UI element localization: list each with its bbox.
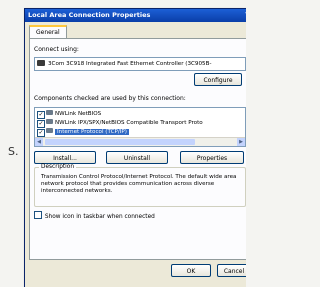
components-list[interactable]: ✓ NWLink NetBIOS ✓ NWLink IPX/SPX/NetBIOS … <box>34 107 246 147</box>
list-item-label: NWLink NetBIOS <box>55 111 102 117</box>
description-group: Description Transmission Control Protoco… <box>34 164 246 207</box>
list-item[interactable]: ✓ Internet Protocol (TCP/IP) <box>37 127 129 137</box>
title-bar[interactable]: Local Area Connection Properties ? <box>25 9 246 22</box>
general-tab-panel: Connect using: 3Com 3C918 Integrated Fas… <box>29 38 246 260</box>
show-icon-option[interactable]: Show icon in taskbar when connected <box>34 211 155 220</box>
protocol-icon <box>46 119 53 124</box>
protocol-icon <box>46 128 53 133</box>
screenshot-page: S. Local Area Connection Properties ? Ge… <box>0 0 246 287</box>
properties-button[interactable]: Properties <box>180 151 244 164</box>
list-item-label-selected: Internet Protocol (TCP/IP) <box>55 129 129 135</box>
checkbox-tcp-ip[interactable]: ✓ <box>37 129 45 137</box>
install-button[interactable]: Install... <box>34 151 96 164</box>
description-legend: Description <box>39 164 77 170</box>
scroll-right-icon[interactable]: ▶ <box>237 138 245 146</box>
configure-button[interactable]: Configure <box>194 73 242 86</box>
window-title: Local Area Connection Properties <box>28 11 151 19</box>
background-text-fragment: S. <box>8 145 19 158</box>
show-icon-checkbox[interactable] <box>34 211 42 219</box>
protocol-icon <box>46 110 53 115</box>
horizontal-scrollbar[interactable]: ◀ ▶ <box>35 137 245 146</box>
uninstall-button[interactable]: Uninstall <box>106 151 168 164</box>
connect-using-label: Connect using: <box>34 46 79 53</box>
components-label: Components checked are used by this conn… <box>34 95 186 102</box>
scroll-left-icon[interactable]: ◀ <box>35 138 43 146</box>
properties-dialog: Local Area Connection Properties ? Gener… <box>24 8 246 287</box>
description-text: Transmission Control Protocol/Internet P… <box>41 174 237 194</box>
network-card-icon <box>37 60 45 66</box>
show-icon-label: Show icon in taskbar when connected <box>44 214 155 220</box>
tab-strip: General <box>25 25 246 40</box>
ok-button[interactable]: OK <box>171 264 211 277</box>
help-button[interactable]: ? <box>245 9 246 22</box>
cancel-button[interactable]: Cancel <box>217 264 246 277</box>
scrollbar-thumb[interactable] <box>45 139 195 145</box>
list-item-label: NWLink IPX/SPX/NetBIOS Compatible Transp… <box>55 120 203 126</box>
adapter-name: 3Com 3C918 Integrated Fast Ethernet Cont… <box>48 61 212 67</box>
adapter-display: 3Com 3C918 Integrated Fast Ethernet Cont… <box>34 57 246 71</box>
